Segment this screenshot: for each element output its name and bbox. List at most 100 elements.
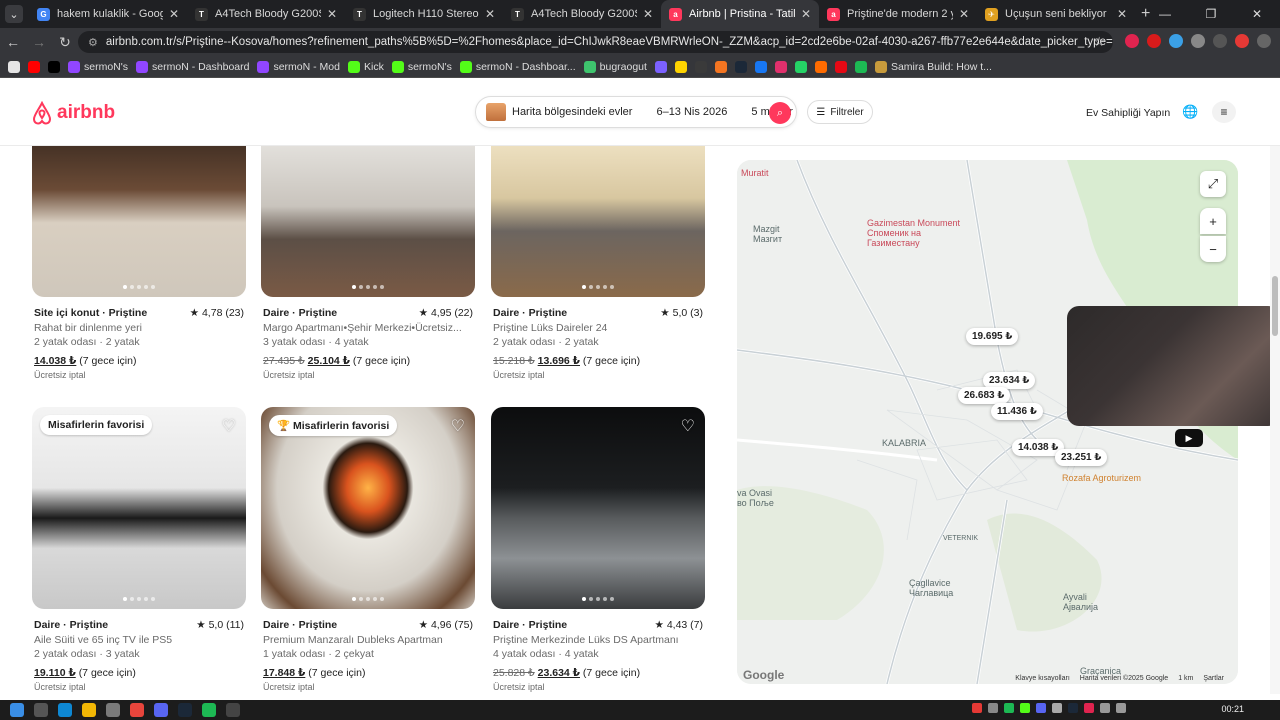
browser-tab[interactable]: T A4Tech Bloody G200S Kablolu ✕ xyxy=(503,0,661,28)
tab-close-icon[interactable]: ✕ xyxy=(1117,7,1127,21)
tray-icon[interactable] xyxy=(1020,703,1030,713)
bookmark-item[interactable] xyxy=(654,60,667,73)
browser-tab[interactable]: T A4Tech Bloody G200S Kablolu ✕ xyxy=(187,0,345,28)
minimize-icon[interactable]: — xyxy=(1142,0,1188,28)
bookmark-item[interactable]: sermoN's xyxy=(391,60,452,73)
tab-close-icon[interactable]: ✕ xyxy=(485,7,495,21)
steam-icon[interactable] xyxy=(178,703,192,717)
wifi-icon[interactable] xyxy=(1100,703,1110,713)
listing-photo[interactable] xyxy=(491,146,705,297)
bookmark-item[interactable] xyxy=(794,60,807,73)
site-info-icon[interactable]: ⚙ xyxy=(88,36,98,49)
bookmark-item[interactable]: sermoN's xyxy=(68,60,128,73)
search-button[interactable]: ⌕ xyxy=(769,102,791,124)
bookmark-item[interactable] xyxy=(754,60,767,73)
extension-icon[interactable] xyxy=(1147,34,1161,48)
sidepanel-icon[interactable] xyxy=(1213,34,1227,48)
more-menu-icon[interactable] xyxy=(1257,34,1271,48)
bookmark-item[interactable] xyxy=(674,60,687,73)
search-dates[interactable]: 6–13 Nis 2026 xyxy=(644,106,739,118)
reload-icon[interactable]: ↻ xyxy=(52,34,78,51)
taskbar-clock[interactable]: 00:21 xyxy=(1221,704,1244,714)
chrome-icon[interactable] xyxy=(130,703,144,717)
hamburger-menu-icon[interactable]: ≡ xyxy=(1212,101,1236,123)
listing-photo[interactable] xyxy=(261,146,475,297)
maximize-icon[interactable]: ❐ xyxy=(1188,0,1234,28)
bookmark-item[interactable] xyxy=(48,60,60,73)
app-icon[interactable] xyxy=(226,703,240,717)
bookmark-item[interactable] xyxy=(774,60,787,73)
tab-search-icon[interactable]: ⌄ xyxy=(5,5,23,23)
tab-close-icon[interactable]: ✕ xyxy=(643,7,653,21)
bookmark-item[interactable]: Kick xyxy=(347,60,384,73)
url-bar[interactable]: ⚙ airbnb.com.tr/s/Priştine--Kosova/homes… xyxy=(78,31,1113,53)
tab-close-icon[interactable]: ✕ xyxy=(959,7,969,21)
wishlist-heart-icon[interactable]: ♡ xyxy=(222,416,236,436)
discord-icon[interactable] xyxy=(154,703,168,717)
bookmark-item[interactable]: Samira Build: How t... xyxy=(874,60,992,73)
extension-icon[interactable] xyxy=(1125,34,1139,48)
close-window-icon[interactable]: ✕ xyxy=(1234,0,1280,28)
browser-tab[interactable]: T Logitech H110 Stereo Gri Kulak ✕ xyxy=(345,0,503,28)
browser-tab[interactable]: Ghakem kulaklik - Google'da Ara ✕ xyxy=(29,0,187,28)
extensions-puzzle-icon[interactable] xyxy=(1191,34,1205,48)
windows-start-icon[interactable] xyxy=(10,703,24,717)
bookmark-item[interactable]: bugraogut xyxy=(583,60,647,73)
page-scrollbar[interactable] xyxy=(1270,146,1280,694)
bookmark-item[interactable] xyxy=(854,60,867,73)
tray-icon[interactable] xyxy=(1036,703,1046,713)
terms-link[interactable]: Şartlar xyxy=(1203,675,1224,682)
listing-photo[interactable]: 🏆 Misafirlerin favorisi ♡ xyxy=(261,407,475,609)
tray-icon[interactable] xyxy=(1052,703,1062,713)
bookmark-item[interactable] xyxy=(834,60,847,73)
tray-icon[interactable] xyxy=(1084,703,1094,713)
bookmark-item[interactable] xyxy=(734,60,747,73)
map-price-pin[interactable]: 11.436 ₺ xyxy=(991,403,1043,420)
tray-icon[interactable] xyxy=(1004,703,1014,713)
browser-tab[interactable]: a Airbnb | Pristina - Tatil Amaçlı K ✕ xyxy=(661,0,819,28)
become-host-link[interactable]: Ev Sahipliği Yapın xyxy=(1086,107,1170,119)
profile-avatar[interactable] xyxy=(1235,34,1249,48)
tray-icon[interactable] xyxy=(1068,703,1078,713)
file-explorer-icon[interactable] xyxy=(82,703,96,717)
bookmark-item[interactable] xyxy=(714,60,727,73)
wishlist-heart-icon[interactable]: ♡ xyxy=(681,416,695,436)
globe-icon[interactable]: 🌐 xyxy=(1182,104,1198,120)
back-icon[interactable]: ← xyxy=(0,34,26,50)
browser-tab[interactable]: a Priştine'de modern 2 yatak od ✕ xyxy=(819,0,977,28)
map-price-pin[interactable]: 23.251 ₺ xyxy=(1055,449,1108,466)
bookmark-item[interactable]: sermoN - Mod xyxy=(257,60,340,73)
edge-icon[interactable] xyxy=(58,703,72,717)
bookmark-item[interactable] xyxy=(28,60,40,73)
filters-button[interactable]: ☰ Filtreler xyxy=(807,100,873,124)
bookmark-item[interactable]: sermoN - Dashboar... xyxy=(459,60,576,73)
bookmark-item[interactable] xyxy=(8,60,20,73)
listing-photo[interactable] xyxy=(32,146,246,297)
listing-photo[interactable]: ♡ xyxy=(491,407,705,609)
bookmark-item[interactable]: sermoN - Dashboard xyxy=(136,60,249,73)
listing-photo[interactable]: Misafirlerin favorisi ♡ xyxy=(32,407,246,609)
tab-close-icon[interactable]: ✕ xyxy=(169,7,179,21)
scrollbar-thumb[interactable] xyxy=(1272,276,1278,336)
map-zoom-out-icon[interactable]: − xyxy=(1200,236,1226,262)
tab-close-icon[interactable]: ✕ xyxy=(801,7,811,21)
spotify-icon[interactable] xyxy=(202,703,216,717)
bookmark-star-icon[interactable]: ☆ xyxy=(1093,34,1105,50)
extension-icon[interactable] xyxy=(1169,34,1183,48)
keyboard-shortcuts-link[interactable]: Klavye kısayolları xyxy=(1015,675,1069,682)
app-icon[interactable] xyxy=(106,703,120,717)
map-price-pin[interactable]: 19.695 ₺ xyxy=(966,328,1019,345)
bookmark-item[interactable] xyxy=(694,60,707,73)
forward-icon[interactable]: → xyxy=(26,34,52,50)
tray-icon[interactable] xyxy=(972,703,982,713)
map-expand-icon[interactable]: ⤢ xyxy=(1200,171,1226,197)
map-zoom-in-icon[interactable]: + xyxy=(1200,208,1226,234)
search-pill[interactable]: Harita bölgesindeki evler 6–13 Nis 2026 … xyxy=(475,96,797,128)
wishlist-heart-icon[interactable]: ♡ xyxy=(451,416,465,436)
youtube-play-icon[interactable]: ▶ xyxy=(1175,429,1203,447)
browser-tab[interactable]: ✈ Uçuşun seni bekliyor ✕ xyxy=(977,0,1135,28)
airbnb-logo[interactable]: airbnb xyxy=(31,101,115,125)
tray-icon[interactable] xyxy=(988,703,998,713)
search-taskbar-icon[interactable] xyxy=(34,703,48,717)
bookmark-item[interactable] xyxy=(814,60,827,73)
